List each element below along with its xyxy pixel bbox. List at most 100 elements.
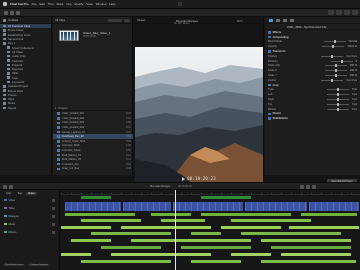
role-row[interactable]: Titles [0,204,59,212]
section-checkbox[interactable] [268,117,271,121]
clip-thumbnail[interactable] [59,30,79,41]
timeline-clip[interactable] [289,226,359,229]
inspector-value[interactable]: 0 px [352,103,357,106]
timeline-clip[interactable] [61,253,91,256]
show-audio-lanes-button[interactable]: Show Audio Lanes [3,264,26,266]
inspector-value[interactable]: 0 px [352,108,357,111]
timeline-clip[interactable] [173,202,243,211]
timeline-clip[interactable] [65,213,135,216]
inspector-value[interactable]: 100 % [350,69,357,72]
timeline-clip[interactable] [245,202,307,211]
timeline-clip[interactable] [91,232,171,235]
index-tab-tags[interactable]: Tags [15,192,24,195]
browser-search-field[interactable] [108,18,122,22]
sidebar-item[interactable]: Sound [0,106,51,110]
timeline-clip[interactable] [281,253,351,256]
value-slider[interactable] [326,88,349,92]
timeline-clip[interactable] [201,196,251,199]
browser-settings-button[interactable] [124,18,130,22]
role-row[interactable]: Video [0,196,59,204]
inspector-value[interactable]: 100.0 % [347,45,357,48]
effects-browser-icon[interactable] [306,185,310,189]
value-slider[interactable] [330,59,353,63]
timeline-clip[interactable] [65,202,121,211]
timeline-clip[interactable] [123,202,171,211]
list-item[interactable]: Final_Cut_Seq 2:40 [53,167,133,172]
timeline-clip[interactable] [81,196,111,199]
value-slider[interactable] [324,69,347,73]
timeline-clip[interactable] [71,239,111,242]
inspector-value[interactable]: Normal [349,40,357,43]
timeline-clip[interactable] [261,260,356,263]
index-toggle-icon[interactable] [3,185,7,189]
timeline-clip[interactable] [231,253,271,256]
inspector-section[interactable]: Stabilization [265,116,360,121]
section-checkbox[interactable] [268,31,271,34]
role-toggle-icon[interactable] [52,222,55,226]
import-icon[interactable] [4,11,8,15]
value-slider[interactable] [324,74,347,78]
timeline-ruler[interactable] [61,190,360,195]
layout-button[interactable] [344,10,350,15]
apple-icon[interactable] [3,2,7,6]
timeline-clip[interactable] [81,219,141,222]
timeline-clip[interactable] [131,239,251,242]
timeline-clip[interactable] [181,246,251,249]
index-tab-clips[interactable]: Clips [4,192,13,195]
section-checkbox[interactable] [268,35,271,39]
share-button[interactable] [328,10,334,15]
role-toggle-icon[interactable] [52,230,55,234]
timeline-clip[interactable] [101,246,161,249]
inspector-value[interactable]: 0 px [352,98,357,101]
value-slider[interactable] [321,54,344,58]
inspector-value[interactable]: 0 px 0 px [346,79,357,82]
playhead[interactable] [175,190,176,270]
menu-clip[interactable]: Clip [66,2,71,6]
disclosure-icon[interactable]: ▾ [55,107,56,110]
timeline-clip[interactable] [201,213,291,216]
inspector-value[interactable]: 0 px 0 px [346,55,357,58]
section-checkbox[interactable] [268,83,271,87]
timeline-tracks[interactable] [61,190,360,270]
index-tab-roles[interactable]: Roles [26,191,37,195]
timeline-clip[interactable] [309,202,359,211]
section-checkbox[interactable] [268,50,271,53]
timeline-clip[interactable] [191,260,241,263]
keyword-icon[interactable] [10,11,14,15]
inspector-toggle-button[interactable] [336,10,342,15]
audio-inspector-tab-icon[interactable] [283,18,287,22]
value-slider[interactable] [327,102,350,106]
menu-view[interactable]: View [86,2,92,6]
settings-button[interactable] [352,10,358,15]
timeline-clip[interactable] [161,219,205,222]
inspector-value[interactable]: 100 % [350,64,357,67]
back-icon[interactable] [9,185,13,189]
timeline-clip[interactable] [81,260,171,263]
value-slider[interactable] [321,78,344,82]
role-row[interactable]: Effects [0,228,59,236]
menu-file[interactable]: File [32,2,37,6]
value-slider[interactable] [327,107,350,111]
color-inspector-tab-icon[interactable] [276,18,280,22]
clip-appearance-icon[interactable] [300,185,304,189]
browser-filter[interactable]: All Clips [55,18,65,22]
menu-mark[interactable]: Mark [57,2,64,6]
inspector-value[interactable]: 100 % [350,74,357,77]
value-slider[interactable] [327,98,350,102]
menu-help[interactable]: Help [109,2,115,6]
info-inspector-tab-icon[interactable] [290,18,294,22]
timeline-clip[interactable] [241,232,341,235]
menu-modify[interactable]: Modify [74,2,83,6]
menu-window[interactable]: Window [96,2,107,6]
collapse-subroles-button[interactable]: Collapse Subroles [28,264,50,266]
value-slider[interactable] [327,93,350,97]
timeline-clip[interactable] [221,226,281,229]
timeline-clip[interactable] [61,226,111,229]
play-icon[interactable] [182,176,186,181]
role-row[interactable]: Dialogue [0,212,59,220]
transitions-browser-icon[interactable] [312,185,316,189]
timeline-clip[interactable] [271,246,351,249]
section-checkbox[interactable] [268,112,271,116]
timeline-clip[interactable] [261,239,351,242]
inspector-value[interactable]: 0 [356,60,357,63]
